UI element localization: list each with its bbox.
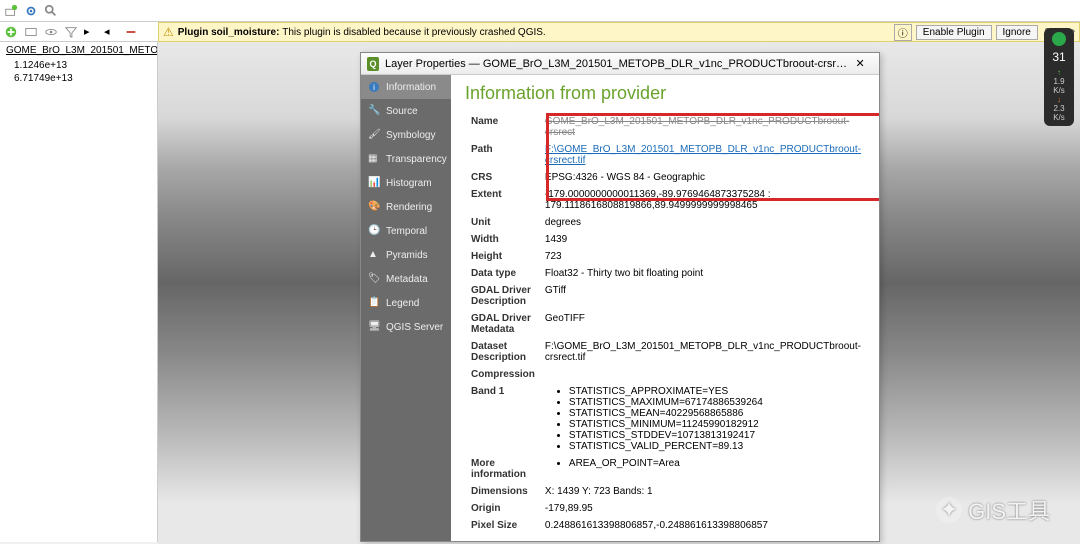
brush-icon: 🖌 [368, 129, 380, 141]
expand-icon[interactable]: ▸ [84, 25, 98, 39]
svg-text:i: i [373, 83, 375, 92]
secondary-toolbar: ▸ ◂ [0, 22, 158, 42]
add-icon[interactable] [4, 25, 18, 39]
wrench-icon: 🔧 [368, 105, 380, 117]
dialog-content: Information from provider NameGOME_BrO_L… [451, 75, 879, 541]
section-heading: Information from provider [465, 83, 865, 104]
sidebar-item-legend[interactable]: 📋Legend [361, 291, 451, 315]
layer-value-max: 6.71749e+13 [0, 72, 157, 85]
ignore-button[interactable]: Ignore [996, 25, 1038, 40]
search-icon[interactable] [44, 4, 58, 18]
info-icon: i [368, 81, 380, 93]
close-icon[interactable]: ✕ [847, 57, 873, 70]
plugin-message: This plugin is disabled because it previ… [282, 27, 545, 38]
eye-icon[interactable] [44, 25, 58, 39]
sidebar-item-temporal[interactable]: 🕒Temporal [361, 219, 451, 243]
dialog-sidebar: iInformation 🔧Source 🖌Symbology ▦Transpa… [361, 75, 451, 541]
collapse-icon[interactable]: ◂ [104, 25, 118, 39]
legend-icon: 📋 [368, 297, 380, 309]
server-icon: 🖥 [368, 321, 380, 333]
enable-plugin-button[interactable]: Enable Plugin [916, 25, 992, 40]
ok-icon [1052, 32, 1066, 46]
main-toolbar [0, 0, 1080, 22]
pyramid-icon: ▲ [368, 249, 380, 261]
chart-icon: 📊 [368, 177, 380, 189]
layer-add-icon[interactable] [4, 4, 18, 18]
sidebar-item-rendering[interactable]: 🎨Rendering [361, 195, 451, 219]
layer-properties-dialog: Q Layer Properties — GOME_BrO_L3M_201501… [360, 52, 880, 542]
dialog-titlebar[interactable]: Q Layer Properties — GOME_BrO_L3M_201501… [361, 53, 879, 75]
checker-icon: ▦ [368, 153, 380, 165]
group-icon[interactable] [24, 25, 38, 39]
dialog-title: Layer Properties — GOME_BrO_L3M_201501_M… [385, 58, 847, 70]
band-stats: STATISTICS_APPROXIMATE=YES STATISTICS_MA… [569, 386, 861, 452]
info-table: NameGOME_BrO_L3M_201501_METOPB_DLR_v1nc_… [465, 112, 867, 535]
remove-icon[interactable] [124, 25, 138, 39]
filter-icon[interactable] [64, 25, 78, 39]
layers-panel: GOME_BrO_L3M_201501_METOPB_DLR 1.1246e+1… [0, 42, 158, 542]
qgis-icon: Q [367, 57, 379, 71]
sidebar-item-metadata[interactable]: 🏷Metadata [361, 267, 451, 291]
clock-icon: 🕒 [368, 225, 380, 237]
wechat-icon: ✦ [936, 497, 962, 523]
fps-value: 31 [1044, 50, 1074, 64]
sidebar-item-histogram[interactable]: 📊Histogram [361, 171, 451, 195]
plugin-title: Plugin soil_moisture: [178, 27, 280, 38]
layer-value-min: 1.1246e+13 [0, 59, 157, 72]
warning-icon: ⚠ [163, 25, 174, 39]
paint-icon: 🎨 [368, 201, 380, 213]
performance-widget[interactable]: 31 ↑ 1.9K/s ↓ 2.3K/s [1044, 28, 1074, 126]
sidebar-item-pyramids[interactable]: ▲Pyramids [361, 243, 451, 267]
sidebar-item-qgis-server[interactable]: 🖥QGIS Server [361, 315, 451, 339]
gear-icon[interactable] [24, 4, 38, 18]
layer-item[interactable]: GOME_BrO_L3M_201501_METOPB_DLR [0, 42, 157, 59]
path-link[interactable]: F:\GOME_BrO_L3M_201501_METOPB_DLR_v1nc_P… [541, 142, 865, 168]
watermark: ✦ GIS工具 [936, 494, 1050, 526]
tag-icon: 🏷 [368, 273, 380, 285]
sidebar-item-source[interactable]: 🔧Source [361, 99, 451, 123]
sidebar-item-information[interactable]: iInformation [361, 75, 451, 99]
info-icon[interactable]: ⓘ [894, 24, 912, 41]
sidebar-item-transparency[interactable]: ▦Transparency [361, 147, 451, 171]
sidebar-item-symbology[interactable]: 🖌Symbology [361, 123, 451, 147]
plugin-warning-bar: ⚠ Plugin soil_moisture: This plugin is d… [158, 22, 1080, 42]
